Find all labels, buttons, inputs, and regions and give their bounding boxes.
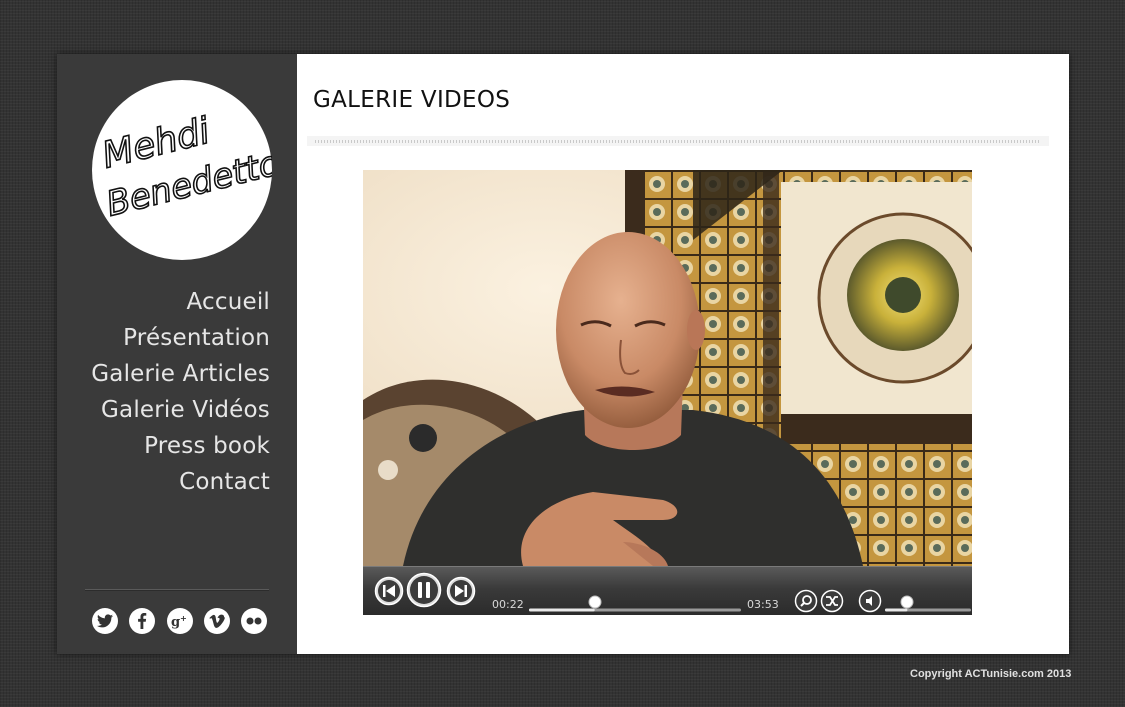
player-controls: 00:22 03:53 (363, 566, 972, 615)
copyright-text: Copyright ACTunisie.com 2013 (910, 668, 1072, 680)
volume-icon (858, 589, 882, 613)
page-title: GALERIE VIDEOS (313, 87, 511, 113)
current-time: 00:22 (492, 598, 524, 611)
volume-button[interactable] (858, 589, 882, 617)
google-plus-icon[interactable]: g + (166, 608, 193, 634)
sidebar: Mehdi Benedetto Accueil Présentation Gal… (57, 54, 297, 654)
nav-item-presentation[interactable]: Présentation (57, 320, 270, 356)
progress-fill (529, 608, 595, 612)
logo-signature: Mehdi Benedetto (97, 110, 272, 226)
nav-item-contact[interactable]: Contact (57, 464, 270, 500)
title-divider (307, 136, 1049, 146)
pause-icon (406, 572, 442, 608)
shuffle-icon (820, 589, 844, 613)
zoom-icon (794, 589, 818, 613)
svg-text:g: g (171, 615, 180, 629)
volume-handle[interactable] (900, 594, 914, 613)
nav-item-accueil[interactable]: Accueil (57, 284, 270, 320)
social-links: g + (92, 608, 267, 636)
logo[interactable]: Mehdi Benedetto (92, 80, 272, 260)
video-frame[interactable] (363, 170, 972, 566)
twitter-icon[interactable] (92, 608, 118, 634)
duration: 03:53 (747, 598, 779, 611)
zoom-button[interactable] (794, 589, 818, 617)
progress-handle[interactable] (588, 594, 602, 613)
flickr-icon[interactable] (241, 608, 267, 634)
main-content: GALERIE VIDEOS 00:22 03:53 (297, 54, 1069, 654)
main-nav: Accueil Présentation Galerie Articles Ga… (57, 284, 270, 500)
next-button[interactable] (446, 576, 476, 610)
nav-item-galerie-videos[interactable]: Galerie Vidéos (57, 392, 270, 428)
previous-icon (374, 576, 404, 606)
nav-item-press-book[interactable]: Press book (57, 428, 270, 464)
previous-button[interactable] (374, 576, 404, 610)
vimeo-icon[interactable] (203, 608, 230, 634)
video-image (363, 170, 972, 566)
video-player[interactable]: 00:22 03:53 (363, 170, 972, 615)
volume-slider[interactable] (885, 598, 971, 612)
sidebar-divider (85, 589, 269, 591)
next-icon (446, 576, 476, 606)
svg-text:+: + (180, 613, 187, 623)
progress-bar[interactable] (529, 598, 741, 612)
page-frame: Mehdi Benedetto Accueil Présentation Gal… (57, 54, 1069, 654)
shuffle-button[interactable] (820, 589, 844, 617)
progress-track (529, 608, 741, 612)
pause-button[interactable] (406, 572, 442, 612)
facebook-icon[interactable] (129, 608, 156, 634)
volume-track (885, 608, 971, 612)
nav-item-galerie-articles[interactable]: Galerie Articles (57, 356, 270, 392)
